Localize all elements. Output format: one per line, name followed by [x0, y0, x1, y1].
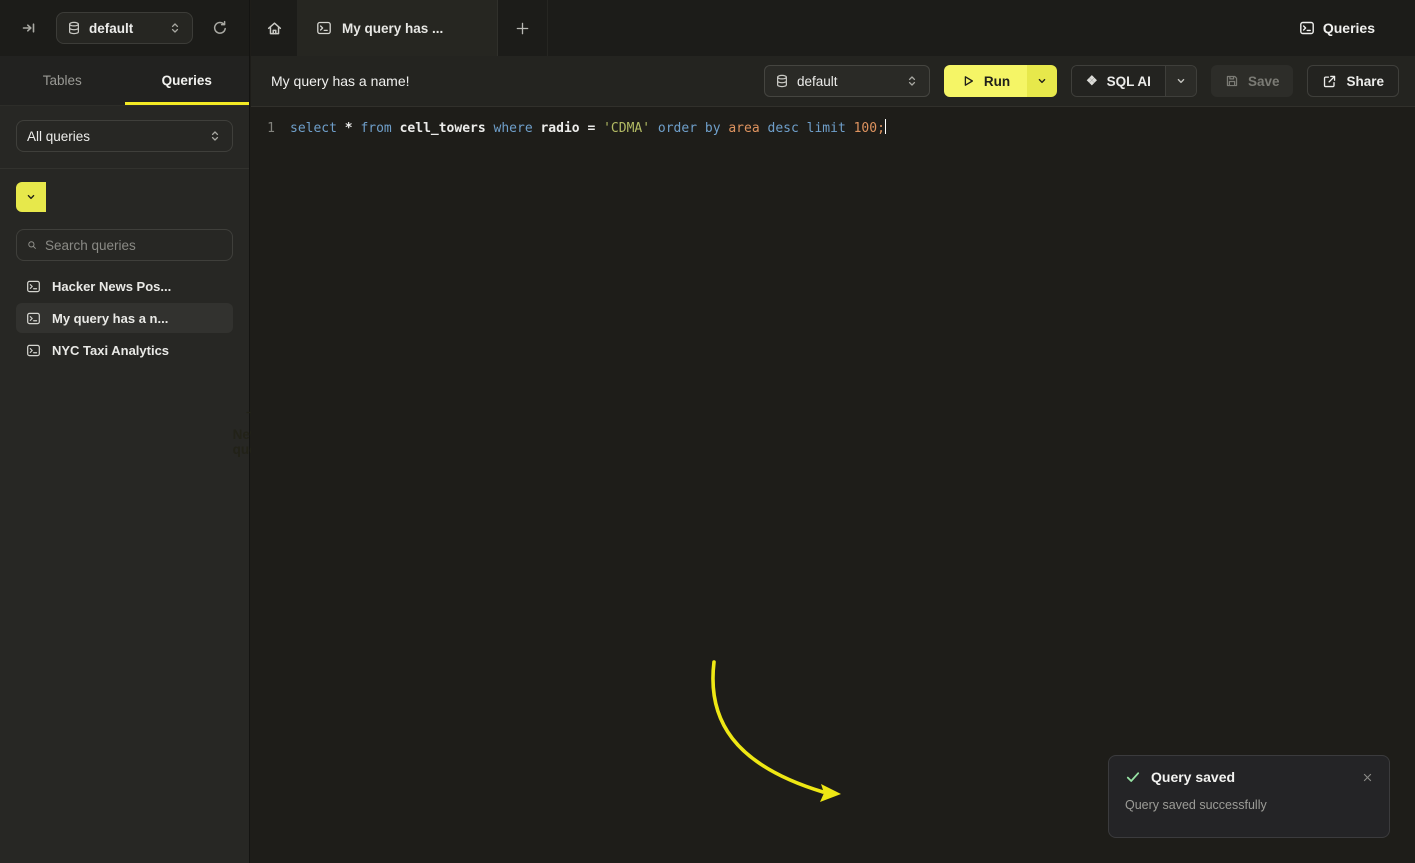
updown-chevrons-icon	[168, 21, 182, 35]
sql-ai-label: SQL AI	[1107, 74, 1151, 89]
play-icon	[961, 74, 975, 88]
database-icon	[67, 21, 81, 35]
sidebar: default Tables Queries All queries	[0, 0, 250, 863]
query-list-item-selected[interactable]: My query has a n...	[16, 303, 233, 333]
refresh-button[interactable]	[205, 13, 235, 43]
terminal-icon	[26, 343, 41, 358]
toast-query-saved: Query saved Query saved successfully	[1108, 755, 1390, 838]
queries-nav-label: Queries	[1323, 20, 1375, 36]
chevron-down-icon	[1175, 75, 1187, 87]
refresh-icon	[212, 20, 228, 36]
share-icon	[1322, 74, 1337, 89]
sidebar-top-bar: default	[0, 0, 249, 56]
editor-database-selector[interactable]: default	[764, 65, 930, 97]
save-icon	[1225, 74, 1239, 88]
editor-tab-bar: My query has ... Queries	[251, 0, 1415, 56]
editor-tab-label: My query has ...	[342, 21, 443, 36]
sidebar-tab-queries[interactable]: Queries	[125, 56, 250, 105]
toast-title: Query saved	[1151, 769, 1352, 785]
sql-ai-dropdown-button[interactable]	[1165, 66, 1196, 96]
sidebar-database-value: default	[89, 21, 160, 36]
sidebar-tab-queries-label: Queries	[162, 73, 212, 88]
text-cursor	[885, 119, 887, 134]
share-label: Share	[1346, 74, 1384, 89]
run-label: Run	[984, 74, 1010, 89]
query-filter-select[interactable]: All queries	[16, 120, 233, 152]
check-icon	[1125, 769, 1141, 785]
run-dropdown-button[interactable]	[1027, 65, 1057, 97]
queries-nav-button[interactable]: Queries	[1299, 20, 1415, 36]
sql-ai-split-button: ❖ SQL AI	[1071, 65, 1197, 97]
code-line-row: 1 select * from cell_towers where radio …	[251, 118, 1415, 139]
share-button[interactable]: Share	[1307, 65, 1399, 97]
terminal-icon	[316, 20, 332, 36]
query-title: My query has a name!	[271, 73, 410, 89]
editor-header: My query has a name! default Run ❖	[251, 56, 1415, 107]
line-number: 1	[251, 118, 275, 139]
home-button[interactable]	[251, 0, 298, 56]
database-icon	[775, 74, 789, 88]
sql-console-screen: default Tables Queries All queries	[0, 0, 1415, 863]
sidebar-divider	[0, 168, 249, 169]
query-list-item-label: Hacker News Pos...	[52, 279, 171, 294]
search-queries-input[interactable]	[45, 238, 222, 253]
sidebar-body: All queries New query	[0, 106, 249, 365]
sparkles-icon: ❖	[1086, 73, 1098, 89]
plus-icon	[515, 21, 530, 36]
query-list-item-label: My query has a n...	[52, 311, 168, 326]
editor-database-value: default	[797, 74, 897, 89]
run-button[interactable]: Run	[944, 65, 1027, 97]
chevron-down-icon	[1036, 75, 1048, 87]
search-queries-box	[16, 229, 233, 261]
updown-chevrons-icon	[208, 129, 222, 143]
collapse-sidebar-icon	[21, 20, 37, 36]
home-icon	[266, 20, 283, 37]
search-icon	[27, 238, 37, 252]
terminal-icon	[26, 311, 41, 326]
query-list-item[interactable]: NYC Taxi Analytics	[16, 335, 233, 365]
chevron-down-icon	[25, 191, 37, 203]
code-line: select * from cell_towers where radio = …	[290, 118, 886, 139]
sidebar-tab-tables-label: Tables	[43, 73, 82, 88]
sidebar-database-selector[interactable]: default	[56, 12, 193, 44]
updown-chevrons-icon	[905, 74, 919, 88]
collapse-sidebar-button[interactable]	[14, 13, 44, 43]
close-icon	[1362, 772, 1373, 783]
save-label: Save	[1248, 74, 1280, 89]
editor-tab-active[interactable]: My query has ...	[298, 0, 498, 56]
main-area: My query has ... Queries My query has a …	[251, 0, 1415, 863]
terminal-icon	[1299, 20, 1315, 36]
sql-ai-button[interactable]: ❖ SQL AI	[1072, 66, 1165, 96]
save-button[interactable]: Save	[1211, 65, 1294, 97]
sidebar-tab-bar: Tables Queries	[0, 56, 249, 106]
run-split-button: Run	[944, 65, 1057, 97]
query-filter-value: All queries	[27, 129, 200, 144]
new-tab-button[interactable]	[498, 0, 548, 56]
toast-header: Query saved	[1125, 769, 1373, 785]
toast-message: Query saved successfully	[1125, 798, 1373, 812]
terminal-icon	[26, 279, 41, 294]
query-list-item-label: NYC Taxi Analytics	[52, 343, 169, 358]
query-list: Hacker News Pos... My query has a n... N…	[16, 271, 233, 365]
sidebar-tab-tables[interactable]: Tables	[0, 56, 125, 105]
sql-editor[interactable]: 1 select * from cell_towers where radio …	[251, 107, 1415, 863]
new-query-split-button: New query	[16, 182, 233, 212]
toast-close-button[interactable]	[1362, 772, 1373, 783]
new-query-dropdown-button[interactable]	[16, 182, 46, 212]
query-list-item[interactable]: Hacker News Pos...	[16, 271, 233, 301]
